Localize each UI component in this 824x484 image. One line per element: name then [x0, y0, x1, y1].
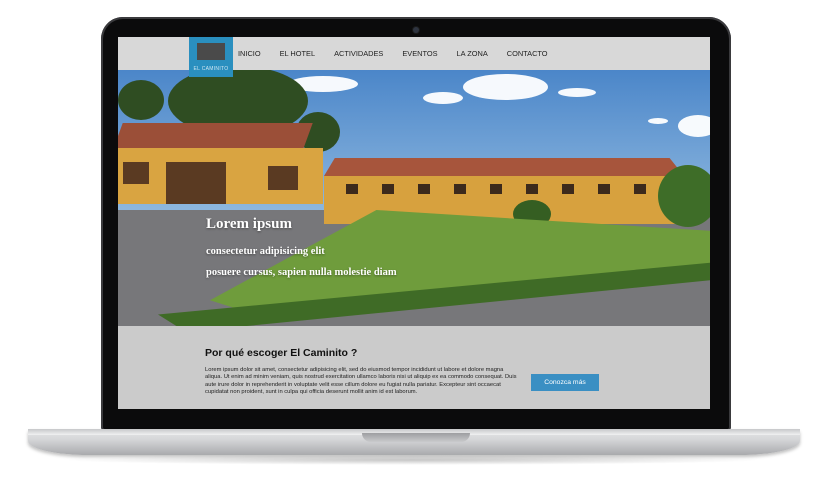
- section-body: Lorem ipsum dolor sit amet, consectetur …: [205, 367, 517, 396]
- hero-subtitle-line2: posuere cursus, sapien nulla molestie di…: [206, 267, 397, 278]
- roof-shape: [324, 158, 684, 176]
- camera-icon: [413, 27, 419, 33]
- main-menu: INICIO EL HOTEL ACTIVIDADES EVENTOS LA Z…: [238, 49, 567, 58]
- window-shape: [490, 184, 502, 194]
- window-shape: [562, 184, 574, 194]
- section-title: Por qué escoger El Caminito ?: [205, 347, 358, 359]
- hero-title: Lorem ipsum: [206, 216, 292, 232]
- nav-item-actividades[interactable]: ACTIVIDADES: [334, 49, 383, 58]
- hero-image: Lorem ipsum consectetur adipisicing elit…: [118, 70, 710, 326]
- cloud-shape: [558, 88, 596, 97]
- window-shape: [166, 162, 226, 204]
- roof-shape: [118, 123, 313, 149]
- laptop-notch: [362, 433, 470, 442]
- window-shape: [418, 184, 430, 194]
- laptop-shadow: [60, 455, 764, 465]
- window-shape: [634, 184, 646, 194]
- window-shape: [382, 184, 394, 194]
- logo-text: EL CAMINITO: [193, 66, 229, 72]
- nav-item-el-hotel[interactable]: EL HOTEL: [280, 49, 315, 58]
- logo-icon: [197, 43, 225, 60]
- tree-shape: [658, 165, 710, 227]
- tree-shape: [118, 80, 164, 120]
- window-shape: [598, 184, 610, 194]
- hero-subtitle: consectetur adipisicing elit: [206, 246, 325, 257]
- window-shape: [526, 184, 538, 194]
- nav-item-eventos[interactable]: EVENTOS: [402, 49, 437, 58]
- nav-item-contacto[interactable]: CONTACTO: [507, 49, 548, 58]
- window-shape: [268, 166, 298, 190]
- hotel-building-left: [118, 148, 323, 204]
- learn-more-button[interactable]: Conozca más: [531, 374, 599, 391]
- nav-item-la-zona[interactable]: LA ZONA: [457, 49, 488, 58]
- laptop-mockup: INICIO EL HOTEL ACTIVIDADES EVENTOS LA Z…: [0, 0, 824, 484]
- cloud-shape: [463, 74, 548, 100]
- nav-item-inicio[interactable]: INICIO: [238, 49, 261, 58]
- website-screen: INICIO EL HOTEL ACTIVIDADES EVENTOS LA Z…: [118, 37, 710, 409]
- why-section: Por qué escoger El Caminito ? Lorem ipsu…: [118, 326, 710, 409]
- cloud-shape: [648, 118, 668, 124]
- cloud-shape: [423, 92, 463, 104]
- window-shape: [346, 184, 358, 194]
- window-shape: [454, 184, 466, 194]
- site-logo[interactable]: EL CAMINITO: [189, 37, 233, 77]
- cloud-shape: [678, 115, 710, 137]
- window-shape: [123, 162, 149, 184]
